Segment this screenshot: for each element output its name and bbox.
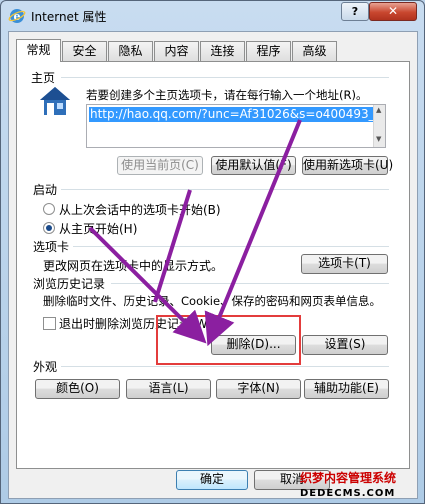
- history-settings-button[interactable]: 设置(S): [302, 335, 388, 355]
- tab-programs[interactable]: 程序: [246, 41, 291, 61]
- home-icon: [40, 87, 70, 115]
- use-current-button[interactable]: 使用当前页(C): [117, 156, 203, 175]
- home-url-textarea[interactable]: http://hao.qq.com/?unc=Af31026&s=o400493…: [86, 104, 386, 148]
- home-group-label: 主页: [31, 71, 56, 85]
- tabs-button[interactable]: 选项卡(T): [301, 254, 388, 274]
- watermark: 织梦内容管理系统 DEDECMS.COM: [300, 470, 425, 504]
- tabs-group-label: 选项卡: [33, 240, 70, 254]
- title-bar[interactable]: e Internet 属性 ? ✕: [1, 1, 424, 31]
- tabs-separator: [73, 246, 389, 247]
- window-title: Internet 属性: [31, 10, 107, 24]
- ok-button[interactable]: 确定: [176, 470, 248, 490]
- home-separator: [61, 77, 389, 78]
- startup-group-label: 启动: [33, 183, 58, 197]
- tab-content[interactable]: 内容: [154, 41, 199, 61]
- scroll-up-icon[interactable]: ▲: [376, 106, 381, 114]
- watermark-line-1: 织梦内容管理系统: [300, 471, 397, 485]
- close-button[interactable]: ✕: [369, 2, 417, 21]
- tab-general[interactable]: 常规: [16, 39, 61, 62]
- use-default-button[interactable]: 使用默认值(F): [211, 156, 296, 175]
- home-instruction: 若要创建多个主页选项卡，请在每行输入一个地址(R)。: [86, 88, 368, 102]
- appearance-separator: [61, 366, 389, 367]
- history-separator: [111, 283, 389, 284]
- tab-security[interactable]: 安全: [62, 41, 107, 61]
- startup-separator: [61, 189, 389, 190]
- languages-button[interactable]: 语言(L): [126, 379, 211, 399]
- fonts-button[interactable]: 字体(N): [216, 379, 301, 399]
- appearance-group-label: 外观: [33, 360, 58, 374]
- history-description: 删除临时文件、历史记录、Cookie、保存的密码和网页表单信息。: [43, 294, 382, 308]
- delete-on-exit-checkbox[interactable]: [43, 317, 56, 330]
- annotation-highlight-box: [156, 315, 301, 365]
- tab-privacy[interactable]: 隐私: [108, 41, 153, 61]
- accessibility-button[interactable]: 辅助功能(E): [304, 379, 389, 399]
- history-group-label: 浏览历史记录: [33, 277, 106, 291]
- watermark-line-2: DEDECMS.COM: [300, 488, 396, 499]
- startup-last-session-label[interactable]: 从上次会话中的选项卡开始(B): [59, 201, 221, 218]
- colors-button[interactable]: 颜色(O): [35, 379, 120, 399]
- internet-properties-window: e Internet 属性 ? ✕ 常规 安全 隐私 内容 连接 程序 高级 主…: [0, 0, 425, 504]
- startup-last-session-radio[interactable]: [43, 203, 55, 215]
- scroll-down-icon[interactable]: ▼: [376, 135, 381, 143]
- url-scrollbar[interactable]: ▲ ▼: [373, 105, 385, 147]
- startup-home-radio[interactable]: [43, 222, 55, 234]
- help-button[interactable]: ?: [341, 2, 369, 21]
- tabs-description: 更改网页在选项卡中的显示方式。: [43, 259, 224, 273]
- internet-explorer-icon: e: [8, 9, 26, 23]
- tab-advanced[interactable]: 高级: [292, 41, 337, 61]
- home-url-text: http://hao.qq.com/?unc=Af31026&s=o400493…: [89, 107, 376, 122]
- use-new-tab-button[interactable]: 使用新选项卡(U): [302, 156, 393, 175]
- tab-connections[interactable]: 连接: [200, 41, 245, 61]
- startup-home-label[interactable]: 从主页开始(H): [59, 220, 137, 237]
